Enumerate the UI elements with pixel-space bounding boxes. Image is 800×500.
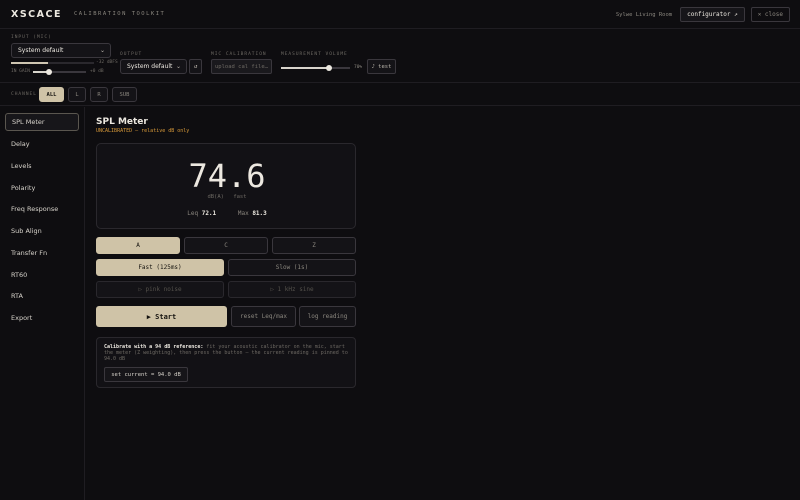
channel-chip-r[interactable]: R	[90, 87, 108, 102]
response-fast-button[interactable]: Fast (125ms)	[96, 259, 224, 276]
weighting-z-button[interactable]: Z	[272, 237, 356, 254]
upload-cal-file-button[interactable]: upload cal file…	[211, 59, 272, 74]
input-gain-label: IN GAIN	[11, 69, 30, 74]
spl-reading: 74.6	[188, 157, 266, 195]
channel-label: CHANNEL	[11, 92, 37, 97]
output-select-value: System default	[127, 63, 173, 70]
input-level-fill	[11, 62, 49, 64]
mic-calibration-label: MIC CALIBRATION	[211, 52, 267, 57]
weighting-a-button[interactable]: A	[96, 237, 180, 254]
spl-readout-panel: 74.6 dB(A) fast Leq 72.1 Max 81.3	[96, 143, 356, 229]
measurement-volume-label: MEASUREMENT VOLUME	[281, 52, 348, 57]
unit-row: dB(A) fast	[97, 194, 357, 200]
configurator-button[interactable]: configurator ↗	[680, 7, 745, 22]
sidebar-item-sub-align[interactable]: Sub Align	[5, 222, 79, 240]
measurement-volume-slider[interactable]	[281, 65, 350, 71]
input-select[interactable]: System default ⌄	[11, 43, 111, 58]
sidebar-item-polarity[interactable]: Polarity	[5, 179, 79, 197]
test-tone-button[interactable]: ♪ test	[367, 59, 396, 74]
start-button[interactable]: ▶ Start	[96, 306, 227, 327]
set-94db-button[interactable]: set current = 94.0 dB	[104, 367, 188, 382]
reset-leq-max-button[interactable]: reset Leq/max	[231, 306, 296, 327]
volume-fill	[281, 67, 330, 69]
input-gain-value: +0 dB	[90, 69, 104, 74]
spl-unit: dB(A)	[207, 194, 224, 200]
sidebar-item-rta[interactable]: RTA	[5, 287, 79, 305]
sidebar-item-spl-meter[interactable]: SPL Meter	[5, 113, 79, 131]
chevron-down-icon: ⌄	[99, 47, 105, 54]
channel-chip-sub[interactable]: SUB	[112, 87, 137, 102]
output-label: OUTPUT	[120, 52, 143, 57]
refresh-devices-button[interactable]: ↺	[189, 59, 202, 74]
calibration-panel: Calibrate with a 94 dB reference: fit yo…	[96, 337, 356, 388]
calibration-instructions: Calibrate with a 94 dB reference: fit yo…	[104, 344, 352, 363]
top-bar: XSCACE CALIBRATION TOOLKIT Sylwe Living …	[0, 0, 800, 29]
sidebar: SPL Meter Delay Levels Polarity Freq Res…	[0, 107, 85, 500]
sidebar-item-freq-response[interactable]: Freq Response	[5, 200, 79, 218]
channel-chip-all[interactable]: ALL	[39, 87, 64, 102]
max-label: Max	[237, 210, 249, 217]
weighting-c-button[interactable]: C	[184, 237, 268, 254]
input-label: INPUT (MIC)	[11, 35, 52, 40]
sidebar-item-levels[interactable]: Levels	[5, 157, 79, 175]
volume-value: 70%	[354, 65, 363, 70]
channel-bar: CHANNEL ALL L R SUB	[0, 82, 800, 106]
room-name: Sylwe Living Room	[615, 11, 673, 18]
input-gain-slider[interactable]	[33, 69, 86, 75]
app-logo: XSCACE	[11, 8, 62, 20]
log-reading-button[interactable]: log reading	[299, 306, 356, 327]
leq-label: Leq	[187, 210, 199, 217]
input-level-meter	[11, 62, 94, 64]
input-select-value: System default	[18, 47, 64, 54]
sine-1khz-button[interactable]: ▷ 1 kHz sine	[228, 281, 356, 298]
sidebar-item-export[interactable]: Export	[5, 309, 79, 327]
stats-row: Leq 72.1 Max 81.3	[97, 210, 357, 217]
channel-chip-l[interactable]: L	[68, 87, 86, 102]
leq-value: 72.1	[201, 210, 217, 217]
spl-speed: fast	[233, 194, 247, 200]
pink-noise-button[interactable]: ▷ pink noise	[96, 281, 224, 298]
input-peak-readout: -32 dBFS	[96, 60, 118, 65]
sidebar-item-rt60[interactable]: RT60	[5, 266, 79, 284]
chevron-down-icon: ⌄	[175, 63, 181, 70]
calibration-status: UNCALIBRATED — relative dB only	[96, 128, 190, 134]
response-slow-button[interactable]: Slow (1s)	[228, 259, 356, 276]
sidebar-item-transfer-fn[interactable]: Transfer Fn	[5, 244, 79, 262]
output-select[interactable]: System default ⌄	[120, 59, 187, 74]
calibration-heading: Calibrate with a 94 dB reference:	[104, 344, 204, 350]
app-subtitle: CALIBRATION TOOLKIT	[73, 11, 166, 17]
io-bar: INPUT (MIC) System default ⌄ -32 dBFS IN…	[0, 30, 800, 82]
sidebar-item-delay[interactable]: Delay	[5, 135, 79, 153]
max-value: 81.3	[252, 210, 267, 217]
close-button[interactable]: ✕ close	[750, 7, 790, 22]
input-gain-knob[interactable]	[45, 69, 52, 75]
volume-knob[interactable]	[326, 65, 333, 71]
refresh-icon: ↺	[193, 63, 198, 70]
page-title: SPL Meter	[96, 117, 148, 127]
